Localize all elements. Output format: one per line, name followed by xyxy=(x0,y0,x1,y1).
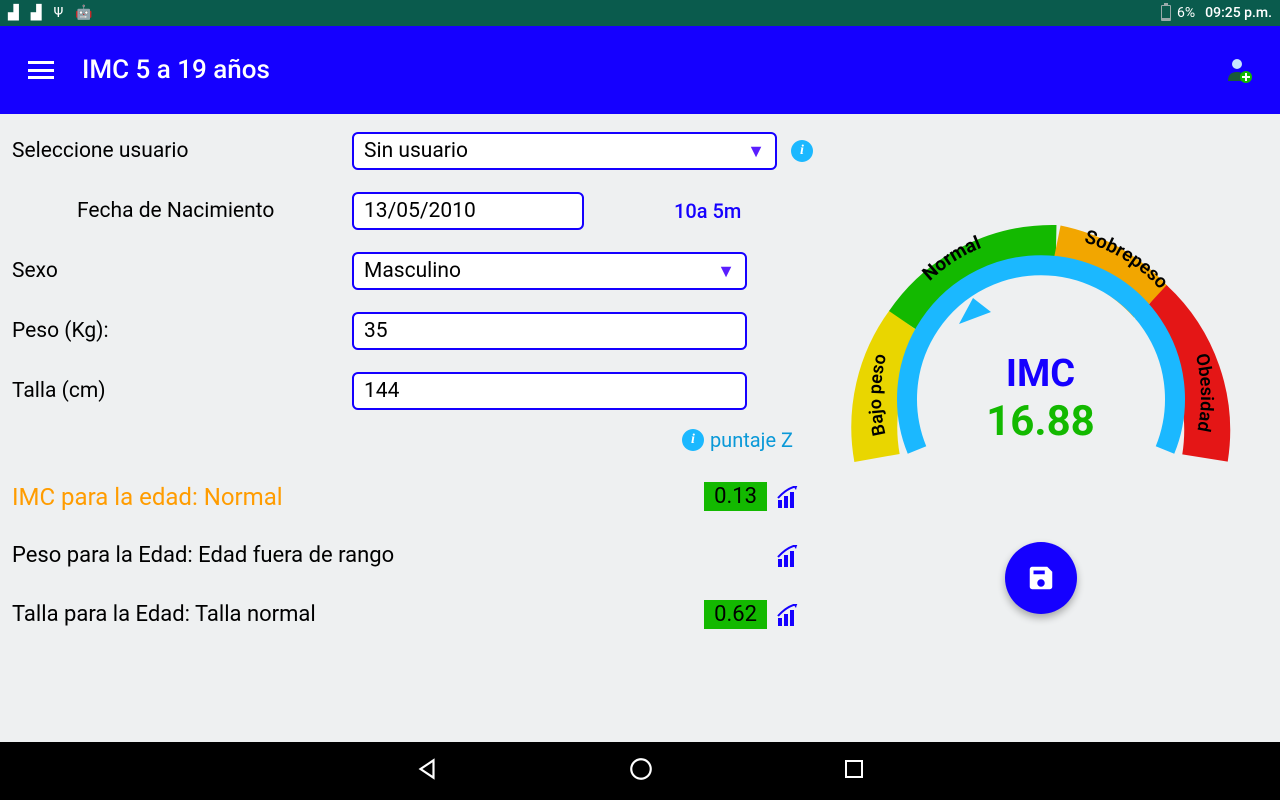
weight-label: Peso (Kg): xyxy=(12,319,352,343)
user-select[interactable]: Sin usuario ▼ xyxy=(352,132,777,170)
imc-score: 0.13 xyxy=(704,482,767,511)
height-label: Talla (cm) xyxy=(12,379,352,403)
save-icon xyxy=(1026,563,1056,593)
dob-value: 13/05/2010 xyxy=(364,199,476,223)
imc-age-result: IMC para la edad: Normal xyxy=(12,483,283,511)
battery-icon xyxy=(1161,5,1171,21)
app-bar: IMC 5 a 19 años xyxy=(0,26,1280,114)
chart-icon[interactable] xyxy=(777,604,803,626)
chevron-down-icon: ▼ xyxy=(717,261,735,282)
status-time: 09:25 p.m. xyxy=(1205,5,1272,21)
chart-icon[interactable] xyxy=(777,545,803,567)
height-value: 144 xyxy=(364,379,399,403)
status-icon: ▟ xyxy=(8,5,19,21)
weight-value: 35 xyxy=(364,319,388,343)
android-icon: 🤖 xyxy=(75,5,92,21)
height-age-score: 0.62 xyxy=(704,600,767,629)
sex-label: Sexo xyxy=(12,259,352,283)
user-select-value: Sin usuario xyxy=(364,139,468,163)
height-age-result: Talla para la Edad: Talla normal xyxy=(12,602,316,627)
dob-label: Fecha de Nacimiento xyxy=(12,199,352,223)
page-title: IMC 5 a 19 años xyxy=(82,55,270,85)
add-user-button[interactable] xyxy=(1226,57,1252,83)
imc-gauge: Bajo peso Normal Sobrepeso Obesidad IMC … xyxy=(831,202,1251,522)
form-column: Seleccione usuario Sin usuario ▼ i Fecha… xyxy=(12,132,813,734)
age-readout: 10a 5m xyxy=(674,199,741,223)
select-user-label: Seleccione usuario xyxy=(12,139,352,163)
info-icon[interactable]: i xyxy=(791,140,813,162)
weight-age-result: Peso para la Edad: Edad fuera de rango xyxy=(12,543,394,568)
sex-value: Masculino xyxy=(364,259,461,283)
zscore-header: i puntaje Z xyxy=(12,428,813,452)
chart-icon[interactable] xyxy=(777,486,803,508)
status-left-icons: ▟ ▟ Ψ 🤖 xyxy=(8,5,93,21)
back-button[interactable] xyxy=(414,756,440,786)
weight-input[interactable]: 35 xyxy=(352,312,747,350)
info-icon[interactable]: i xyxy=(682,429,704,451)
menu-button[interactable] xyxy=(28,61,54,79)
home-button[interactable] xyxy=(628,756,654,786)
recent-apps-button[interactable] xyxy=(842,757,866,785)
status-icon: ▟ xyxy=(31,5,42,21)
gauge-value: 16.88 xyxy=(831,397,1251,446)
zscore-label: puntaje Z xyxy=(710,428,793,452)
gauge-title: IMC xyxy=(831,352,1251,396)
height-input[interactable]: 144 xyxy=(352,372,747,410)
dob-input[interactable]: 13/05/2010 xyxy=(352,192,584,230)
save-button[interactable] xyxy=(1005,542,1077,614)
status-bar: ▟ ▟ Ψ 🤖 6% 09:25 p.m. xyxy=(0,0,1280,26)
battery-pct: 6% xyxy=(1177,5,1195,21)
android-nav-bar xyxy=(0,742,1280,800)
chevron-down-icon: ▼ xyxy=(747,141,765,162)
sex-select[interactable]: Masculino ▼ xyxy=(352,252,747,290)
usb-icon: Ψ xyxy=(54,5,64,21)
